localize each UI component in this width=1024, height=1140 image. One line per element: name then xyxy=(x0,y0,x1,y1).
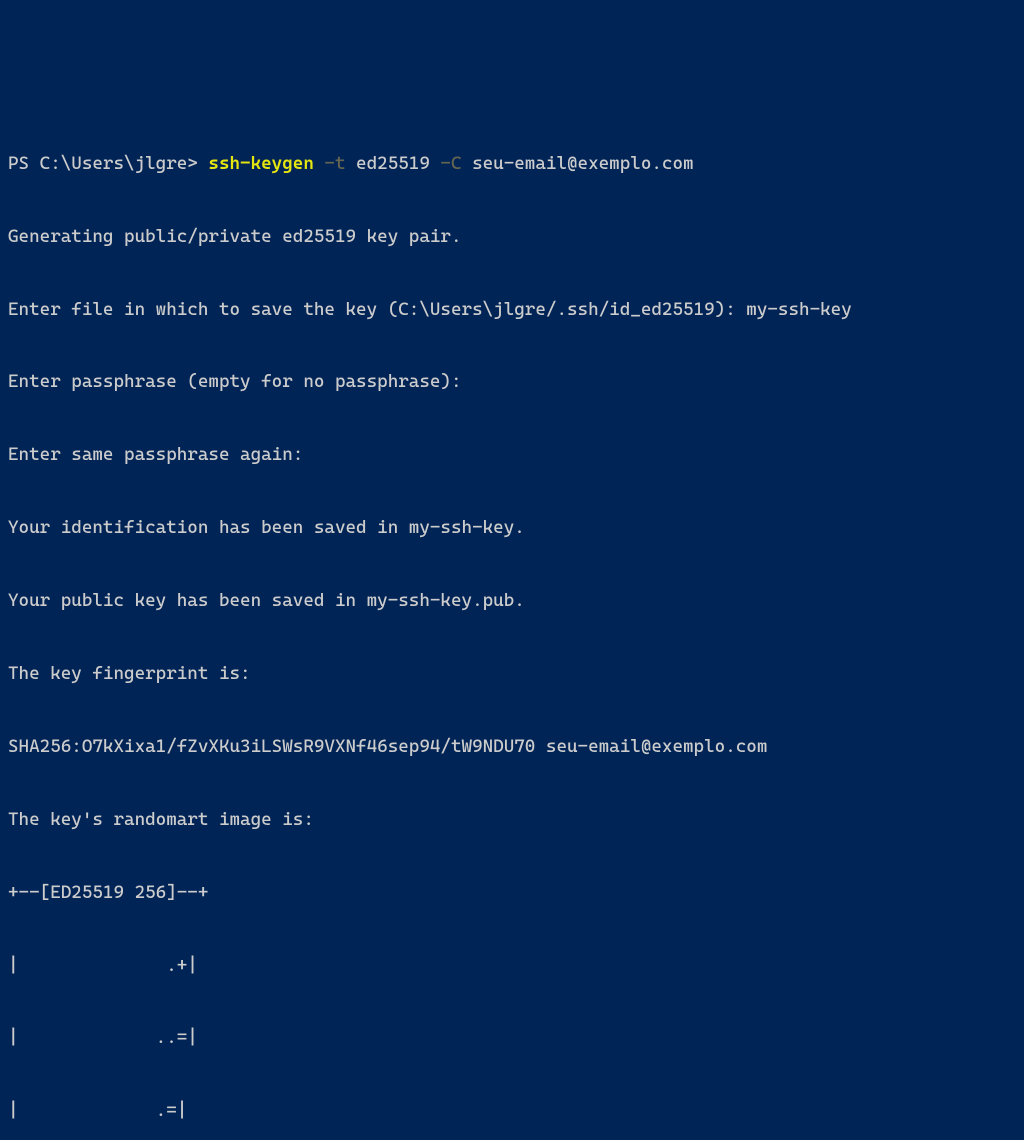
randomart-line: +--[ED25519 256]--+ xyxy=(8,881,1016,905)
randomart-line: | .=| xyxy=(8,1099,1016,1123)
randomart-line: | .+| xyxy=(8,954,1016,978)
output-line: Enter file in which to save the key (C:\… xyxy=(8,298,1016,322)
randomart-line: | ..=| xyxy=(8,1026,1016,1050)
output-line: Enter same passphrase again: xyxy=(8,443,1016,467)
output-line: Generating public/private ed25519 key pa… xyxy=(8,225,1016,249)
output-line: Your public key has been saved in my-ssh… xyxy=(8,589,1016,613)
powershell-terminal[interactable]: PS C:\Users\jlgre> ssh-keygen -t ed25519… xyxy=(8,103,1016,661)
flag-c: -C xyxy=(440,153,461,174)
command-line: PS C:\Users\jlgre> ssh-keygen -t ed25519… xyxy=(8,152,1016,176)
output-line: The key fingerprint is: xyxy=(8,662,1016,686)
output-line: SHA256:O7kXixa1/fZvXKu3iLSWsR9VXNf46sep9… xyxy=(8,735,1016,759)
ps-prompt: PS C:\Users\jlgre> xyxy=(8,153,208,174)
val-t: ed25519 xyxy=(356,153,430,174)
command-exe: ssh-keygen xyxy=(208,153,313,174)
output-line: The key's randomart image is: xyxy=(8,808,1016,832)
output-line: Your identification has been saved in my… xyxy=(8,516,1016,540)
val-c: seu-email@exemplo.com xyxy=(472,153,693,174)
flag-t: -t xyxy=(324,153,345,174)
output-line: Enter passphrase (empty for no passphras… xyxy=(8,370,1016,394)
